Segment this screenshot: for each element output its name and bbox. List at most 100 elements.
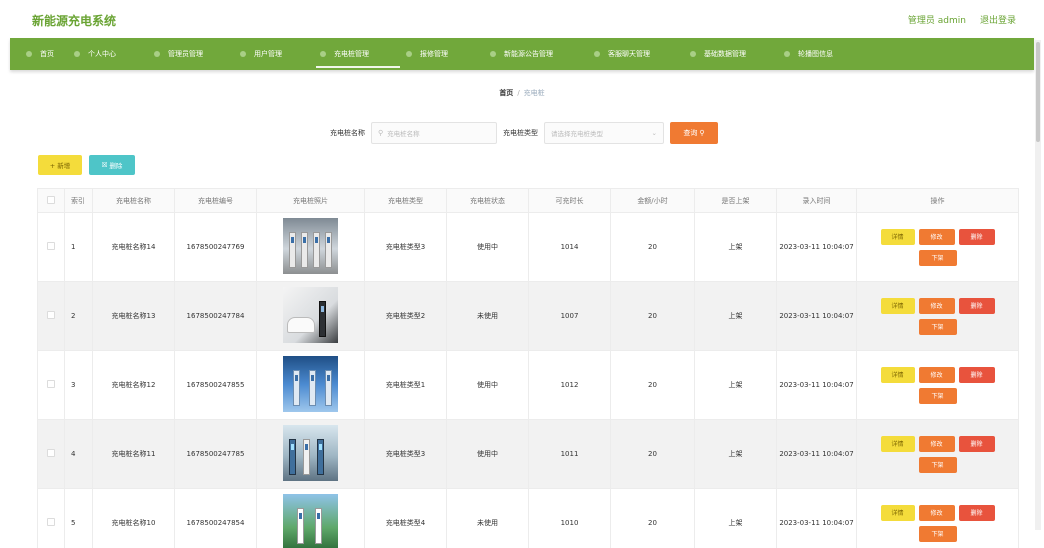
table-row: 4 充电桩名称11 1678500247785 充电桩类型3 使用中 1011 … [37, 419, 1019, 489]
charger-photo[interactable] [283, 287, 338, 343]
col-price: 金额/小时 [610, 188, 695, 213]
cell-type: 充电桩类型1 [364, 350, 447, 420]
cell-name: 充电桩名称12 [92, 350, 175, 420]
scrollbar-thumb[interactable] [1036, 42, 1040, 142]
admin-label[interactable]: 管理员 admin [908, 13, 966, 26]
charger-table: 索引 充电桩名称 充电桩编号 充电桩照片 充电桩类型 充电桩状态 可充时长 金额… [37, 188, 1019, 548]
cell-price: 20 [610, 281, 695, 351]
cell-price: 20 [610, 488, 695, 548]
nav-dot-icon [320, 51, 326, 57]
cell-onshelf: 上架 [694, 488, 777, 548]
row-checkbox-cell[interactable] [37, 212, 65, 282]
nav-dot-icon [74, 51, 80, 57]
col-code: 充电桩编号 [174, 188, 257, 213]
delete-button[interactable]: 删除 [958, 435, 995, 452]
nav-item-users[interactable]: 用户管理 [226, 38, 306, 70]
row-checkbox-cell[interactable] [37, 488, 65, 548]
bulk-delete-button[interactable]: ☒ 删除 [89, 155, 135, 175]
edit-button[interactable]: 修改 [918, 228, 955, 245]
search-icon: ⚲ [699, 129, 705, 137]
row-checkbox[interactable] [47, 311, 55, 319]
col-index: 索引 [64, 188, 93, 213]
cell-index: 1 [64, 212, 93, 282]
edit-button[interactable]: 修改 [918, 366, 955, 383]
delete-button[interactable]: 删除 [958, 504, 995, 521]
edit-button[interactable]: 修改 [918, 297, 955, 314]
col-duration: 可充时长 [528, 188, 611, 213]
logout-link[interactable]: 退出登录 [980, 13, 1016, 26]
charger-photo[interactable] [283, 494, 338, 548]
cell-code: 1678500247784 [174, 281, 257, 351]
nav-item-repairs[interactable]: 报修管理 [392, 38, 476, 70]
cell-price: 20 [610, 350, 695, 420]
cell-code: 1678500247854 [174, 488, 257, 548]
cell-code: 1678500247855 [174, 350, 257, 420]
breadcrumb-current: 充电桩 [523, 89, 545, 97]
detail-button[interactable]: 详情 [880, 504, 915, 521]
page-scrollbar[interactable] [1035, 40, 1041, 530]
charger-photo[interactable] [283, 218, 338, 274]
cell-price: 20 [610, 212, 695, 282]
nav-item-chargers[interactable]: 充电桩管理 [306, 38, 400, 70]
detail-button[interactable]: 详情 [880, 435, 915, 452]
offshelf-button[interactable]: 下架 [918, 525, 957, 542]
offshelf-button[interactable]: 下架 [918, 387, 957, 404]
col-name: 充电桩名称 [92, 188, 175, 213]
cell-status: 未使用 [446, 281, 529, 351]
cell-duration: 1014 [528, 212, 611, 282]
cell-index: 4 [64, 419, 93, 489]
nav-item-admins[interactable]: 管理员管理 [140, 38, 226, 70]
edit-button[interactable]: 修改 [918, 504, 955, 521]
select-all-checkbox[interactable] [47, 195, 55, 204]
nav-item-carousel[interactable]: 轮播图信息 [770, 38, 860, 70]
breadcrumb-home[interactable]: 首页 [499, 89, 513, 97]
delete-button[interactable]: 删除 [958, 366, 995, 383]
offshelf-button[interactable]: 下架 [918, 318, 957, 335]
charger-photo[interactable] [283, 356, 338, 412]
type-search-label: 充电桩类型 [503, 129, 538, 137]
edit-button[interactable]: 修改 [918, 435, 955, 452]
col-onshelf: 是否上架 [694, 188, 777, 213]
delete-button[interactable]: 删除 [958, 228, 995, 245]
row-checkbox-cell[interactable] [37, 350, 65, 420]
cell-time: 2023-03-11 10:04:07 [776, 488, 857, 548]
row-checkbox-cell[interactable] [37, 281, 65, 351]
cell-index: 3 [64, 350, 93, 420]
name-search-input[interactable]: ⚲ 充电桩名称 [371, 122, 497, 144]
nav-item-home[interactable]: 首页 [10, 38, 60, 70]
delete-button[interactable]: 删除 [958, 297, 995, 314]
nav-dot-icon [240, 51, 246, 57]
search-icon: ⚲ [378, 129, 384, 137]
search-bar: 充电桩名称 ⚲ 充电桩名称 充电桩类型 请选择充电桩类型 ⌄ 查询 ⚲ [330, 122, 718, 144]
cell-time: 2023-03-11 10:04:07 [776, 350, 857, 420]
detail-button[interactable]: 详情 [880, 228, 915, 245]
nav-dot-icon [26, 51, 32, 57]
nav-item-profile[interactable]: 个人中心 [60, 38, 140, 70]
row-checkbox[interactable] [47, 242, 55, 250]
nav-item-notices[interactable]: 新能源公告管理 [476, 38, 580, 70]
row-checkbox[interactable] [47, 449, 55, 457]
cell-time: 2023-03-11 10:04:07 [776, 281, 857, 351]
type-select[interactable]: 请选择充电桩类型 ⌄ [544, 122, 664, 144]
row-checkbox[interactable] [47, 518, 55, 526]
row-checkbox-cell[interactable] [37, 419, 65, 489]
cell-time: 2023-03-11 10:04:07 [776, 212, 857, 282]
nav-item-basedata[interactable]: 基础数据管理 [676, 38, 770, 70]
nav-dot-icon [784, 51, 790, 57]
offshelf-button[interactable]: 下架 [918, 456, 957, 473]
chevron-down-icon: ⌄ [651, 129, 657, 137]
cell-onshelf: 上架 [694, 281, 777, 351]
query-button[interactable]: 查询 ⚲ [670, 122, 718, 144]
select-all-header[interactable] [37, 188, 65, 213]
add-button[interactable]: + 新增 [38, 155, 82, 175]
cell-code: 1678500247769 [174, 212, 257, 282]
detail-button[interactable]: 详情 [880, 366, 915, 383]
breadcrumb-separator: / [517, 89, 520, 97]
detail-button[interactable]: 详情 [880, 297, 915, 314]
offshelf-button[interactable]: 下架 [918, 249, 957, 266]
row-checkbox[interactable] [47, 380, 55, 388]
col-time: 录入时间 [776, 188, 857, 213]
charger-photo[interactable] [283, 425, 338, 481]
nav-item-chat[interactable]: 客服聊天管理 [580, 38, 676, 70]
app-title: 新能源充电系统 [32, 14, 117, 28]
